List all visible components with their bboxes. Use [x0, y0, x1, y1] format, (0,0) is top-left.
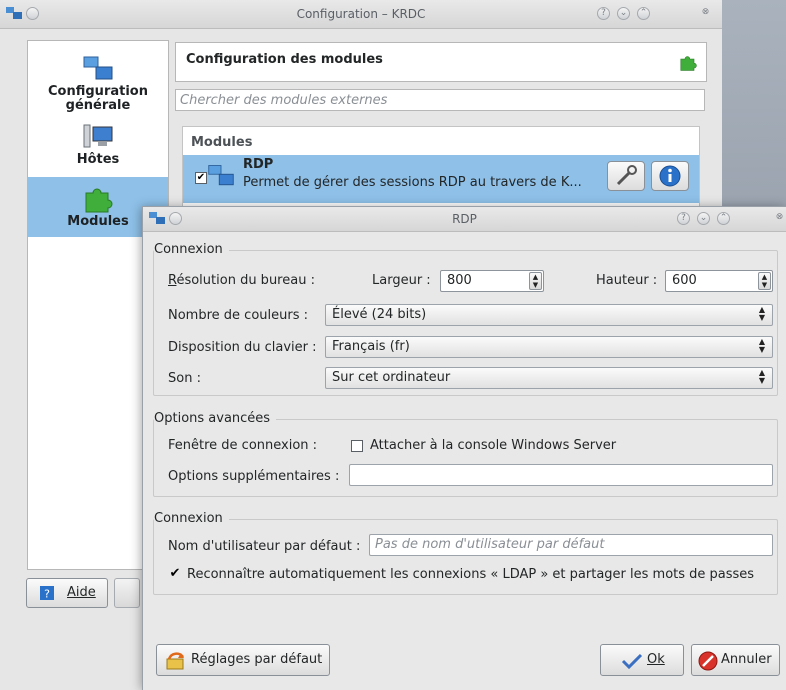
info-icon [659, 165, 681, 187]
console-checkbox[interactable] [351, 440, 363, 452]
help-icon[interactable]: ? [677, 212, 690, 225]
module-description: Permet de gérer des sessions RDP au trav… [243, 175, 582, 190]
connexion-group-title: Connexion [154, 242, 229, 257]
puzzle-piece-icon [85, 188, 113, 213]
rdp-dialog: RDP ? ⌄ ⌃ ⊗ Connexion Résolution du bure… [143, 207, 786, 690]
height-spinbox[interactable]: 600 ▲ ▼ [665, 270, 773, 292]
modules-list-title: Modules [191, 135, 253, 150]
help-button[interactable]: ? Aide [26, 578, 108, 608]
chevron-updown-icon: ▲ ▼ [758, 305, 766, 322]
minimize-icon[interactable]: ⌄ [697, 212, 710, 225]
ldap-checkbox[interactable]: ✔ [169, 567, 181, 581]
user-connexion-group-title: Connexion [154, 511, 229, 526]
height-label: Hauteur : [596, 273, 658, 288]
sticky-icon[interactable] [169, 212, 182, 225]
network-computers-icon [83, 56, 113, 80]
colors-label: Nombre de couleurs : [168, 308, 308, 323]
list-item[interactable]: ✔ RDP Permet de gérer des sessions RDP a… [183, 155, 699, 203]
extra-options-label: Options supplémentaires : [168, 469, 340, 484]
sound-label: Son : [168, 371, 201, 386]
sidebar-item-label: Hôtes [76, 152, 120, 167]
module-name: RDP [243, 157, 274, 172]
help-icon[interactable]: ? [597, 7, 610, 20]
resolution-label-text: ésolution du bureau : [176, 273, 315, 288]
keyboard-select[interactable]: Français (fr) ▲ ▼ [325, 336, 773, 358]
chevron-updown-icon: ▲ ▼ [758, 368, 766, 385]
reset-defaults-icon [166, 652, 185, 670]
sidebar-item-hosts[interactable]: Hôtes [28, 121, 168, 173]
resolution-label: Résolution du bureau : [168, 273, 315, 288]
chevron-updown-icon: ▲ ▼ [758, 337, 766, 354]
sidebar-item-label: générale [65, 98, 131, 113]
krdc-app-icon [6, 7, 22, 19]
checkmark-icon [621, 653, 643, 669]
rdp-titlebar[interactable]: RDP ? ⌄ ⌃ ⊗ [143, 207, 786, 232]
username-label: Nom d'utilisateur par défaut : [168, 539, 361, 554]
close-icon[interactable]: ⊗ [699, 7, 712, 20]
config-titlebar[interactable]: Configuration – KRDC ? ⌄ ⌃ ⊗ [0, 0, 722, 29]
maximize-icon[interactable]: ⌃ [717, 212, 730, 225]
ldap-checkbox-label[interactable]: Reconnaître automatiquement les connexio… [187, 567, 754, 582]
advanced-group-title: Options avancées [154, 411, 277, 426]
cancel-button-label: Annuler [721, 652, 772, 667]
help-button-label: Aide [67, 585, 96, 600]
keyboard-value: Français (fr) [332, 339, 410, 354]
wrench-icon [616, 165, 637, 186]
sound-select[interactable]: Sur cet ordinateur ▲ ▼ [325, 367, 773, 389]
keyboard-label: Disposition du clavier : [168, 340, 317, 355]
extra-options-input[interactable] [349, 464, 773, 486]
colors-select[interactable]: Élevé (24 bits) ▲ ▼ [325, 304, 773, 326]
search-input[interactable]: Chercher des modules externes [175, 89, 705, 111]
modules-list: Modules ✔ RDP Permet de gérer des sessio… [182, 126, 700, 218]
width-spinbox[interactable]: 800 ▲ ▼ [440, 270, 544, 292]
width-label: Largeur : [372, 273, 431, 288]
spin-arrows-icon[interactable]: ▲ ▼ [758, 272, 771, 290]
network-computers-icon [208, 165, 234, 186]
maximize-icon[interactable]: ⌃ [637, 7, 650, 20]
width-value: 800 [447, 273, 472, 288]
username-input[interactable]: Pas de nom d'utilisateur par défaut [369, 534, 773, 556]
ok-button[interactable]: Ok [600, 644, 684, 676]
sound-value: Sur cet ordinateur [332, 370, 451, 385]
krdc-app-icon [149, 212, 165, 224]
configure-module-button[interactable] [607, 161, 645, 191]
module-header: Configuration des modules [175, 42, 707, 82]
cancel-button[interactable]: Annuler [691, 644, 780, 676]
sticky-icon[interactable] [26, 7, 39, 20]
svg-text:?: ? [44, 588, 50, 601]
console-checkbox-label[interactable]: Attacher à la console Windows Server [370, 438, 616, 453]
close-icon[interactable]: ⊗ [773, 212, 786, 225]
sidebar-item-general[interactable]: Configuration générale [28, 49, 168, 119]
height-value: 600 [672, 273, 697, 288]
connection-window-label: Fenêtre de connexion : [168, 438, 318, 453]
defaults-button[interactable]: Réglages par défaut [156, 644, 330, 676]
spin-arrows-icon[interactable]: ▲ ▼ [529, 272, 542, 290]
user-connexion-group [153, 519, 778, 595]
colors-value: Élevé (24 bits) [332, 307, 427, 322]
help-book-icon: ? [40, 586, 54, 601]
minimize-icon[interactable]: ⌄ [617, 7, 630, 20]
ok-button-label: Ok [647, 652, 665, 667]
cancel-icon [698, 651, 718, 671]
config-window-title: Configuration – KRDC [296, 7, 426, 21]
defaults-button-partial[interactable] [114, 578, 140, 608]
puzzle-piece-icon [680, 56, 697, 71]
defaults-button-label: Réglages par défaut [191, 652, 323, 667]
sidebar-item-label: Configuration [48, 84, 148, 99]
module-checkbox[interactable]: ✔ [195, 172, 207, 184]
rdp-window-title: RDP [452, 212, 477, 226]
module-info-button[interactable] [651, 161, 689, 191]
username-placeholder: Pas de nom d'utilisateur par défaut [375, 537, 605, 552]
computer-icon [83, 124, 113, 148]
page-title: Configuration des modules [186, 52, 383, 67]
